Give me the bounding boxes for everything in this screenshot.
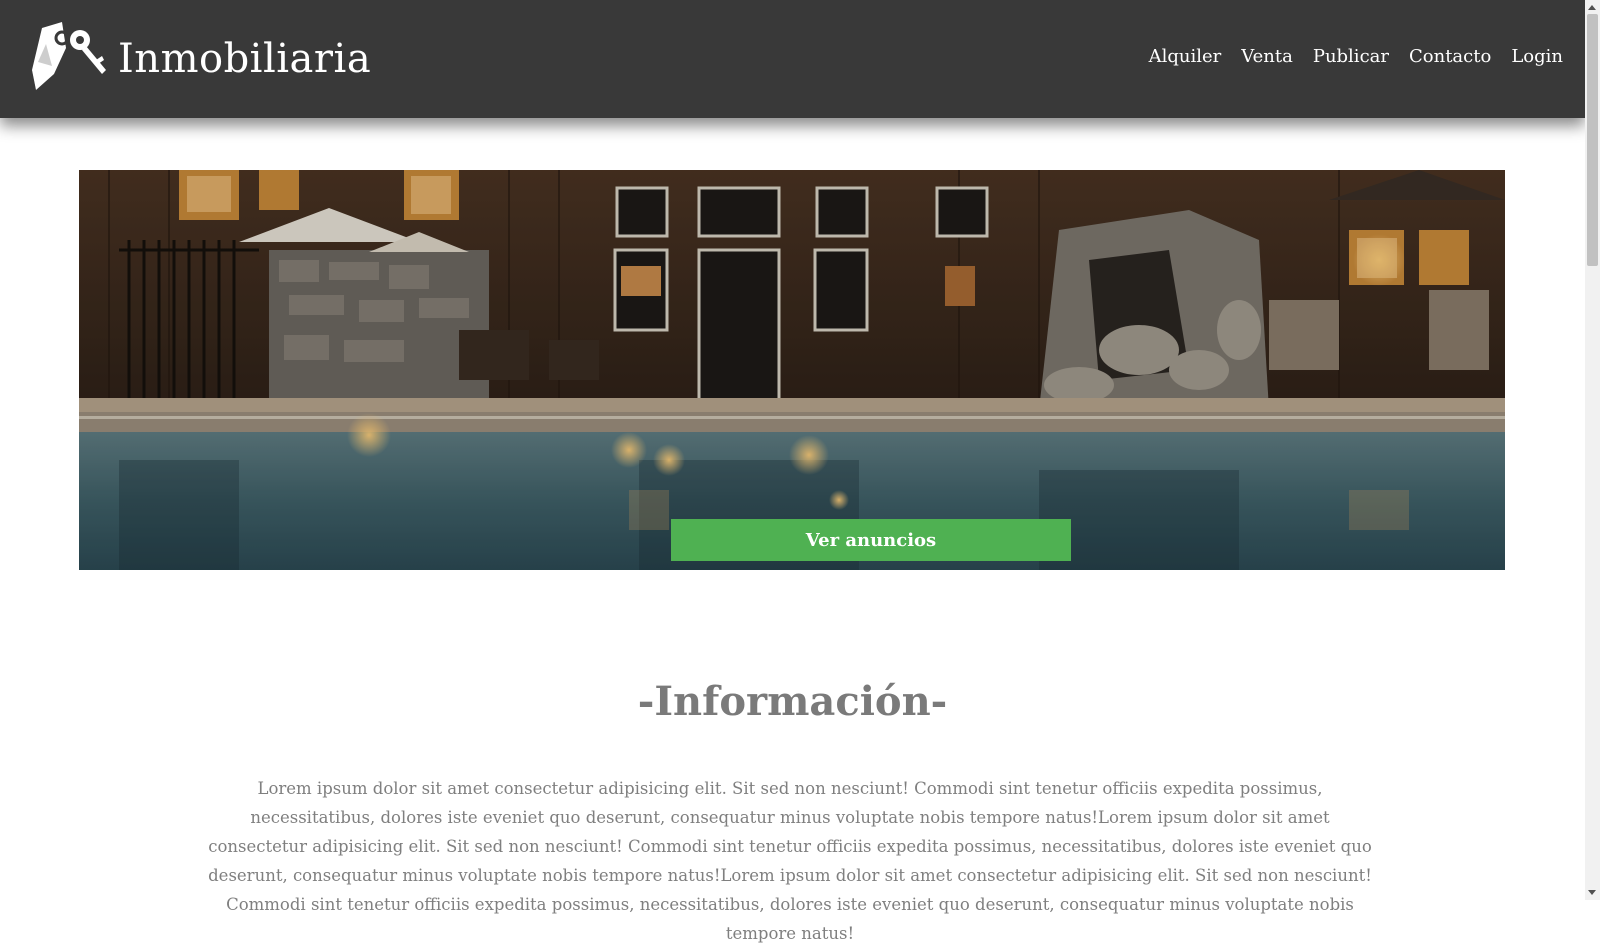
top-navbar: Inmobiliaria Alquiler Venta Publicar Con… [0,0,1585,118]
nav-publicar-link[interactable]: Publicar [1313,46,1389,67]
scroll-up-arrow-icon[interactable] [1588,5,1596,10]
hero-banner: Ver anuncios [79,170,1505,570]
page-scrollbar[interactable] [1585,0,1600,900]
nav-login-link[interactable]: Login [1511,46,1563,67]
info-title: -Información- [637,678,948,725]
main-nav: Alquiler Venta Publicar Contacto Login [1149,46,1563,67]
house-keys-icon [32,20,110,98]
nav-contacto-link[interactable]: Contacto [1409,46,1491,67]
brand[interactable]: Inmobiliaria [32,20,371,98]
hero-image [79,170,1505,570]
info-text: Lorem ipsum dolor sit amet consectetur a… [208,779,1372,943]
brand-name: Inmobiliaria [118,36,372,82]
ver-anuncios-button[interactable]: Ver anuncios [671,519,1071,561]
nav-alquiler-link[interactable]: Alquiler [1149,46,1222,67]
nav-venta-link[interactable]: Venta [1241,46,1293,67]
scroll-down-arrow-icon[interactable] [1588,890,1596,895]
scroll-thumb[interactable] [1587,14,1598,266]
